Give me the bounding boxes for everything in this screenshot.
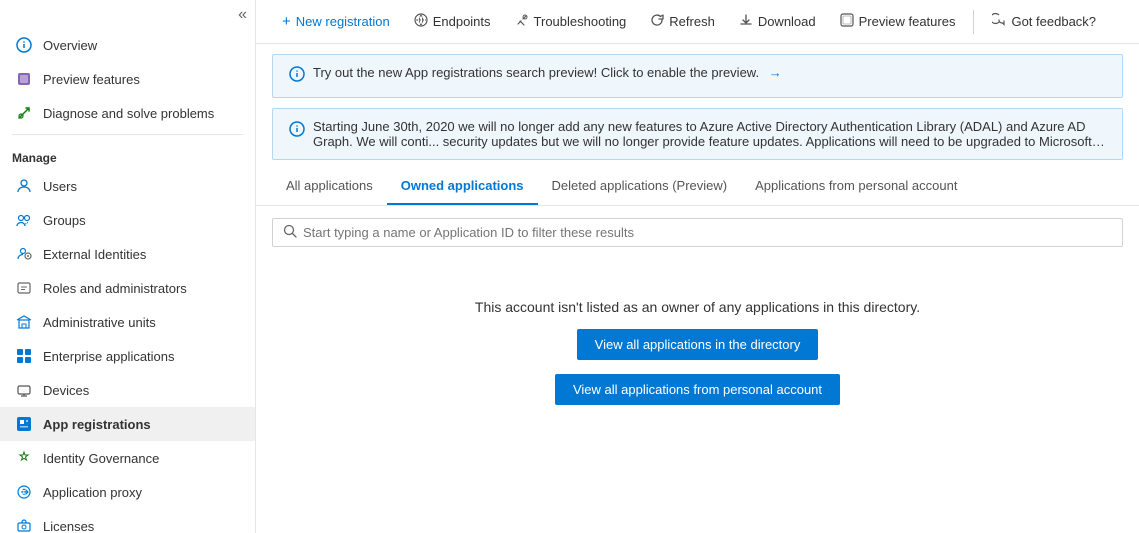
- download-icon: [739, 13, 753, 30]
- view-all-personal-button[interactable]: View all applications from personal acco…: [555, 374, 840, 405]
- sidebar-label-admin-units: Administrative units: [43, 315, 156, 330]
- filter-search-bar[interactable]: [272, 218, 1123, 247]
- sidebar-label-overview: Overview: [43, 38, 97, 53]
- devices-icon: [15, 381, 33, 399]
- main-content: + New registration Endpoints Troubleshoo…: [256, 0, 1139, 533]
- licenses-icon: [15, 517, 33, 533]
- sidebar-item-overview[interactable]: Overview: [0, 28, 255, 62]
- preview-features-button[interactable]: Preview features: [830, 8, 966, 35]
- external-id-icon: [15, 245, 33, 263]
- toolbar-divider: [973, 10, 974, 34]
- endpoints-icon: [414, 13, 428, 30]
- sidebar-item-users[interactable]: Users: [0, 169, 255, 203]
- preview-features-toolbar-icon: [840, 13, 854, 30]
- download-button[interactable]: Download: [729, 8, 826, 35]
- users-icon: [15, 177, 33, 195]
- tab-owned-applications[interactable]: Owned applications: [387, 168, 538, 205]
- troubleshooting-icon: [515, 13, 529, 30]
- sidebar: « Overview Preview features Diagnose and…: [0, 0, 256, 533]
- sidebar-label-groups: Groups: [43, 213, 86, 228]
- banner1-arrow[interactable]: →: [769, 65, 782, 80]
- diagnose-icon: [15, 104, 33, 122]
- sidebar-item-devices[interactable]: Devices: [0, 373, 255, 407]
- sidebar-item-licenses[interactable]: Licenses: [0, 509, 255, 533]
- view-all-directory-button[interactable]: View all applications in the directory: [577, 329, 819, 360]
- preview-features-icon: [15, 70, 33, 88]
- toolbar: + New registration Endpoints Troubleshoo…: [256, 0, 1139, 44]
- endpoints-button[interactable]: Endpoints: [404, 8, 501, 35]
- sidebar-item-roles[interactable]: Roles and administrators: [0, 271, 255, 305]
- sidebar-label-preview: Preview features: [43, 72, 140, 87]
- search-icon: [283, 224, 297, 241]
- sidebar-label-licenses: Licenses: [43, 519, 94, 533]
- sidebar-item-admin-units[interactable]: Administrative units: [0, 305, 255, 339]
- app-proxy-icon: [15, 483, 33, 501]
- overview-icon: [15, 36, 33, 54]
- manage-section-label: Manage: [0, 139, 255, 169]
- sidebar-item-enterprise[interactable]: Enterprise applications: [0, 339, 255, 373]
- download-label: Download: [758, 14, 816, 29]
- tab-all-applications[interactable]: All applications: [272, 168, 387, 205]
- info-banner-search-preview: Try out the new App registrations search…: [272, 54, 1123, 98]
- content-area: Try out the new App registrations search…: [256, 44, 1139, 533]
- info-banner-adal: Starting June 30th, 2020 we will no long…: [272, 108, 1123, 160]
- sidebar-item-preview-features[interactable]: Preview features: [0, 62, 255, 96]
- sidebar-item-external-identities[interactable]: External Identities: [0, 237, 255, 271]
- sidebar-item-app-registrations[interactable]: App registrations: [0, 407, 255, 441]
- sidebar-item-groups[interactable]: Groups: [0, 203, 255, 237]
- refresh-icon: [650, 13, 664, 30]
- banner2-text: Starting June 30th, 2020 we will no long…: [313, 119, 1106, 149]
- feedback-icon: [992, 13, 1006, 30]
- sidebar-label-users: Users: [43, 179, 77, 194]
- sidebar-label-app-proxy: Application proxy: [43, 485, 142, 500]
- refresh-label: Refresh: [669, 14, 715, 29]
- troubleshooting-button[interactable]: Troubleshooting: [505, 8, 637, 35]
- new-registration-button[interactable]: + New registration: [272, 8, 400, 35]
- refresh-button[interactable]: Refresh: [640, 8, 725, 35]
- sidebar-label-identity-gov: Identity Governance: [43, 451, 159, 466]
- sidebar-label-devices: Devices: [43, 383, 89, 398]
- got-feedback-button[interactable]: Got feedback?: [982, 8, 1106, 35]
- sidebar-item-diagnose[interactable]: Diagnose and solve problems: [0, 96, 255, 130]
- info-icon-1: [289, 66, 305, 87]
- app-reg-icon: [15, 415, 33, 433]
- sidebar-divider-1: [12, 134, 243, 135]
- sidebar-label-diagnose: Diagnose and solve problems: [43, 106, 214, 121]
- tab-personal-applications[interactable]: Applications from personal account: [741, 168, 971, 205]
- sidebar-label-enterprise: Enterprise applications: [43, 349, 175, 364]
- tabs-bar: All applications Owned applications Dele…: [256, 168, 1139, 206]
- groups-icon: [15, 211, 33, 229]
- chevron-left-icon: «: [238, 6, 247, 24]
- info-icon-2: [289, 121, 305, 142]
- roles-icon: [15, 279, 33, 297]
- endpoints-label: Endpoints: [433, 14, 491, 29]
- admin-units-icon: [15, 313, 33, 331]
- empty-state-message: This account isn't listed as an owner of…: [475, 299, 920, 315]
- sidebar-item-identity-governance[interactable]: Identity Governance: [0, 441, 255, 475]
- sidebar-item-app-proxy[interactable]: Application proxy: [0, 475, 255, 509]
- collapse-button[interactable]: «: [0, 0, 255, 28]
- identity-gov-icon: [15, 449, 33, 467]
- sidebar-label-external: External Identities: [43, 247, 146, 262]
- tab-deleted-applications[interactable]: Deleted applications (Preview): [538, 168, 742, 205]
- empty-state: This account isn't listed as an owner of…: [256, 259, 1139, 445]
- troubleshooting-label: Troubleshooting: [534, 14, 627, 29]
- got-feedback-label: Got feedback?: [1011, 14, 1096, 29]
- enterprise-icon: [15, 347, 33, 365]
- preview-features-toolbar-label: Preview features: [859, 14, 956, 29]
- sidebar-label-app-reg: App registrations: [43, 417, 151, 432]
- new-registration-label: New registration: [296, 14, 390, 29]
- filter-input[interactable]: [303, 225, 1112, 240]
- plus-icon: +: [282, 13, 291, 30]
- sidebar-label-roles: Roles and administrators: [43, 281, 187, 296]
- banner1-text: Try out the new App registrations search…: [313, 65, 782, 80]
